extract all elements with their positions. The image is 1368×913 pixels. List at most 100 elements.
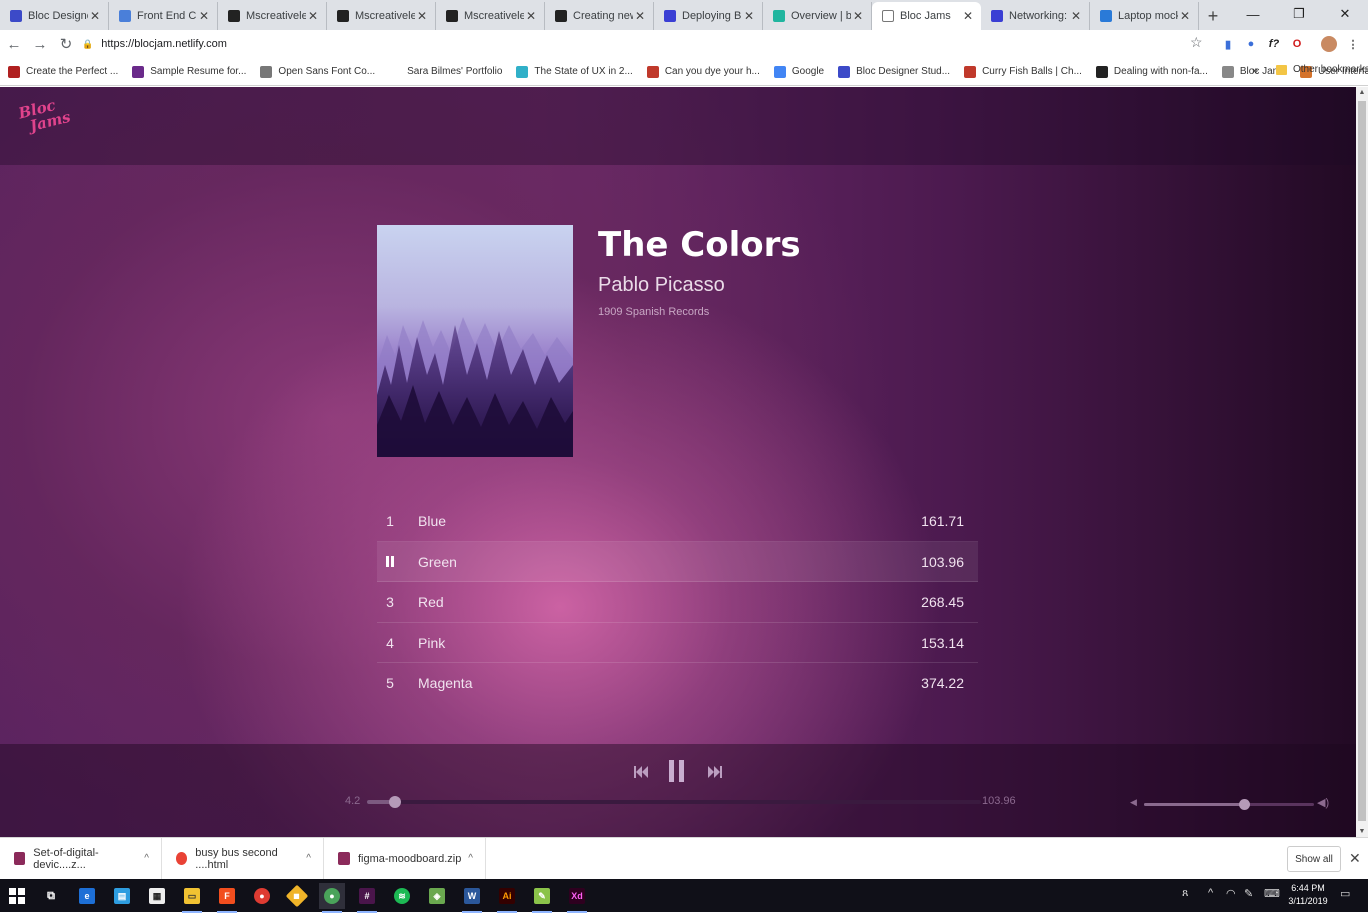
notepad-icon[interactable]: ✎ (529, 883, 555, 913)
download-item[interactable]: figma-moodboard.zip ^ (324, 837, 486, 880)
bookmarks-overflow-icon[interactable]: » (1252, 65, 1258, 77)
tray-overflow-icon[interactable]: ^ (1208, 887, 1213, 899)
other-bookmarks[interactable]: Other bookmarks (1276, 64, 1368, 75)
chrome-icon[interactable]: ● (249, 883, 275, 909)
system-clock[interactable]: 6:44 PM 3/11/2019 (1282, 882, 1334, 908)
volume-slider[interactable] (1144, 799, 1314, 810)
bookmark-star-icon[interactable]: ☆ (1190, 34, 1203, 51)
close-tab-icon[interactable]: ✕ (197, 9, 211, 23)
close-tab-icon[interactable]: ✕ (415, 9, 429, 23)
scroll-up-icon[interactable]: ▲ (1356, 89, 1368, 96)
close-tab-icon[interactable]: ✕ (524, 9, 538, 23)
song-number[interactable]: 3 (377, 594, 403, 610)
bookmark-item[interactable]: Curry Fish Balls | Ch... (964, 65, 1082, 78)
browser-tab[interactable]: Creating new file✕ (545, 2, 654, 30)
windows-start-icon[interactable] (4, 883, 30, 909)
close-tab-icon[interactable]: ✕ (88, 9, 102, 23)
bookmark-item[interactable]: Google (773, 65, 824, 78)
browser-tab[interactable]: Networking: In-p✕ (981, 2, 1090, 30)
browser-tab[interactable]: Overview | blocja✕ (763, 2, 872, 30)
minimize-icon[interactable]: — (1230, 0, 1276, 28)
bloc-jams-logo[interactable]: Bloc Jams (17, 92, 87, 153)
download-item[interactable]: Set-of-digital-devic....z... ^ (0, 837, 162, 880)
browser-tab[interactable]: Laptop mockup✕ (1090, 2, 1199, 30)
song-row[interactable]: 1 Blue 161.71 (377, 501, 978, 542)
scroll-down-icon[interactable]: ▼ (1356, 828, 1368, 835)
browser-tab[interactable]: Front End Challe✕ (109, 2, 218, 30)
pause-icon[interactable] (669, 760, 685, 782)
page-scrollbar[interactable]: ▲ ▼ (1356, 87, 1368, 837)
browser-tab[interactable]: Bloc Designer St✕ (0, 2, 109, 30)
extension-chat-icon[interactable]: ● (1243, 36, 1259, 52)
close-tab-icon[interactable]: ✕ (1069, 9, 1083, 23)
seek-bar[interactable] (367, 796, 981, 808)
song-row[interactable]: 3 Red 268.45 (377, 582, 978, 623)
wifi-icon[interactable]: ◠ (1226, 887, 1236, 900)
close-tab-icon[interactable]: ✕ (961, 9, 975, 23)
scrollbar-thumb[interactable] (1358, 101, 1366, 821)
illustrator-icon[interactable]: Ai (494, 883, 520, 913)
keyboard-icon[interactable]: ⌨ (1264, 887, 1280, 900)
address-bar[interactable]: 🔒 https://blocjam.netlify.com (82, 34, 1212, 54)
menu-icon[interactable]: ⋮ (1345, 36, 1361, 52)
slack-icon[interactable]: # (354, 883, 380, 913)
download-item[interactable]: busy bus second ....html ^ (162, 837, 324, 880)
bookmark-item[interactable]: Open Sans Font Co... (260, 65, 375, 78)
browser-tab[interactable]: Mscreativelee/cl✕ (218, 2, 327, 30)
profile-avatar[interactable] (1321, 36, 1337, 52)
next-track-icon[interactable] (708, 766, 722, 778)
seek-bar-thumb[interactable] (388, 796, 401, 808)
spotify-icon[interactable]: ≋ (389, 883, 415, 909)
browser-tab[interactable]: Deploying Bloc J✕ (654, 2, 763, 30)
back-icon[interactable]: ← (2, 32, 26, 56)
word-icon[interactable]: W (459, 883, 485, 913)
bookmark-item[interactable]: Sara Bilmes' Portfolio (389, 65, 502, 78)
close-tab-icon[interactable]: ✕ (851, 9, 865, 23)
restore-icon[interactable]: ❐ (1276, 0, 1322, 28)
people-icon[interactable]: ጸ (1182, 887, 1188, 900)
browser-tab[interactable]: Mscreativelee/bl✕ (327, 2, 436, 30)
close-window-icon[interactable]: ✕ (1322, 0, 1368, 28)
volume-thumb[interactable] (1239, 799, 1251, 810)
notifications-icon[interactable]: ▭ (1340, 887, 1350, 900)
chrome-active-icon[interactable]: ● (319, 883, 345, 913)
browser-tab[interactable]: Bloc Jams ✕ (872, 2, 981, 30)
bookmark-item[interactable]: Dealing with non-fa... (1095, 65, 1208, 78)
git-icon[interactable]: ◆ (284, 883, 310, 909)
extension-opera-icon[interactable]: O (1289, 36, 1305, 52)
bookmark-item[interactable]: The State of UX in 2... (516, 65, 633, 78)
browser-tab[interactable]: Mscreativelee/bl✕ (436, 2, 545, 30)
close-tab-icon[interactable]: ✕ (742, 9, 756, 23)
show-all-downloads-button[interactable]: Show all (1287, 846, 1341, 872)
song-number[interactable]: 5 (377, 675, 403, 691)
bookmark-item[interactable]: Sample Resume for... (132, 65, 246, 78)
close-download-shelf-icon[interactable]: ✕ (1349, 850, 1361, 867)
chevron-up-icon[interactable]: ^ (306, 853, 311, 864)
layers-app-icon[interactable]: ◈ (424, 883, 450, 909)
song-number[interactable]: 1 (377, 513, 403, 529)
adobe-xd-icon[interactable]: Xd (564, 883, 590, 913)
bookmark-item[interactable]: Bloc Designer Stud... (838, 65, 950, 78)
song-number[interactable]: 4 (377, 635, 403, 651)
previous-track-icon[interactable] (634, 766, 648, 778)
song-row[interactable]: 5 Magenta 374.22 (377, 663, 978, 704)
song-row[interactable]: Green 103.96 (377, 541, 978, 583)
close-tab-icon[interactable]: ✕ (306, 9, 320, 23)
close-tab-icon[interactable]: ✕ (633, 9, 647, 23)
figma-icon[interactable]: F (214, 883, 240, 913)
new-tab-button[interactable]: + (1199, 2, 1227, 30)
chevron-up-icon[interactable]: ^ (144, 853, 149, 864)
edge-icon[interactable]: e (74, 883, 100, 909)
extension-font-icon[interactable]: f? (1266, 36, 1282, 52)
pen-icon[interactable]: ✎ (1244, 887, 1253, 900)
reload-icon[interactable]: ↻ (54, 32, 78, 56)
calculator-icon[interactable]: ▦ (144, 883, 170, 909)
chevron-up-icon[interactable]: ^ (468, 853, 473, 864)
file-explorer-icon[interactable]: ▭ (179, 883, 205, 913)
extension-bookmark-icon[interactable]: ▮ (1220, 36, 1236, 52)
bookmark-item[interactable]: Can you dye your h... (646, 65, 760, 78)
close-tab-icon[interactable]: ✕ (1178, 9, 1192, 23)
forward-icon[interactable]: → (28, 32, 52, 56)
task-view-icon[interactable]: ⧉ (38, 883, 64, 909)
song-row[interactable]: 4 Pink 153.14 (377, 623, 978, 664)
